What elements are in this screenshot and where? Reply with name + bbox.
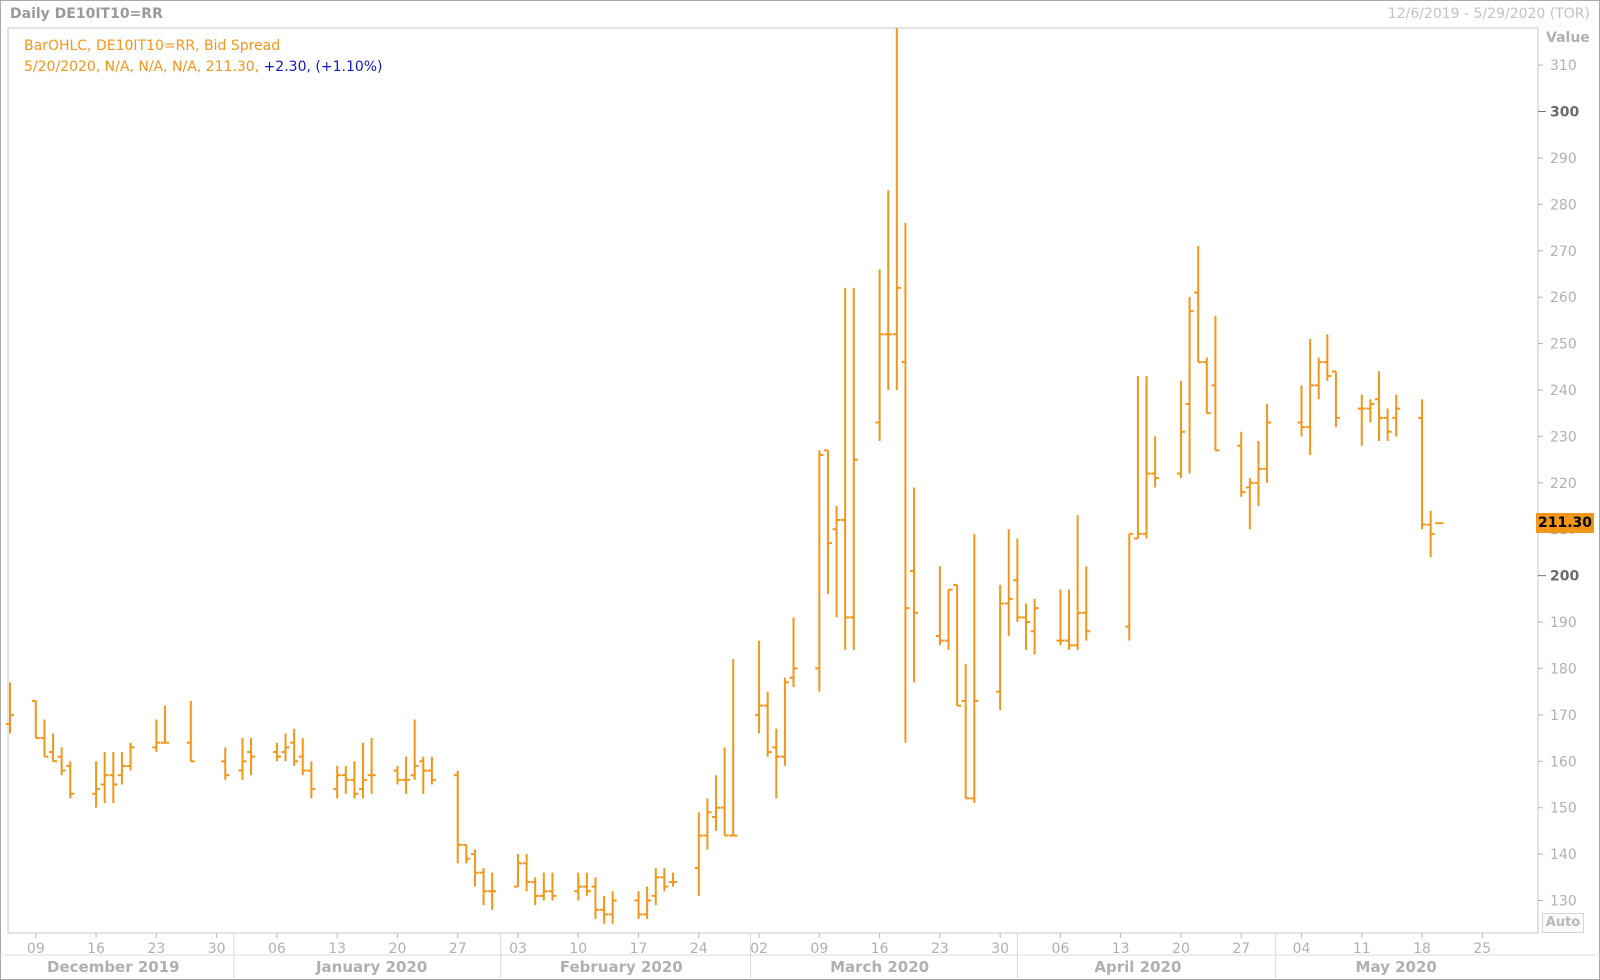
y-tick-label: 300 (1550, 105, 1579, 121)
chart-title: Daily DE10IT10=RR (10, 6, 163, 22)
y-tick-label: 250 (1550, 337, 1577, 353)
x-tick-label: 17 (630, 941, 648, 957)
x-month-label: May 2020 (1356, 958, 1437, 976)
date-range-label: 12/6/2019 - 5/29/2020 (TOR) (1387, 6, 1590, 22)
x-tick-label: 16 (871, 941, 889, 957)
legend-values: 5/20/2020, N/A, N/A, N/A, 211.30, +2.30,… (24, 59, 383, 75)
legend-change-pct: (+1.10%) (315, 59, 383, 75)
x-tick-label: 18 (1413, 941, 1431, 957)
x-tick-label: 25 (1473, 941, 1491, 957)
y-tick-label: 240 (1550, 383, 1577, 399)
x-tick-label: 20 (1172, 941, 1190, 957)
x-tick-label: 10 (569, 941, 587, 957)
x-tick-label: 06 (1052, 941, 1070, 957)
legend-ohlc-values: 5/20/2020, N/A, N/A, N/A, 211.30, (24, 59, 260, 75)
x-tick-label: 09 (27, 941, 45, 957)
y-tick-label: 180 (1550, 661, 1577, 677)
y-tick-label: 200 (1550, 569, 1579, 585)
y-axis-ticks: 1301401501601701801902002102202302402502… (1538, 58, 1579, 910)
x-tick-label: 27 (1232, 941, 1250, 957)
y-tick-label: 160 (1550, 754, 1577, 770)
y-tick-label: 170 (1550, 708, 1577, 724)
x-month-label: February 2020 (560, 958, 683, 976)
ohlc-bars (6, 28, 1444, 924)
y-tick-label: 190 (1550, 615, 1577, 631)
auto-scale-button[interactable]: Auto (1542, 913, 1584, 933)
y-tick-label: 270 (1550, 244, 1577, 260)
x-tick-label: 04 (1293, 941, 1311, 957)
x-tick-label: 06 (268, 941, 286, 957)
y-tick-label: 290 (1550, 151, 1577, 167)
x-tick-label: 13 (1112, 941, 1130, 957)
y-tick-label: 280 (1550, 197, 1577, 213)
x-tick-label: 09 (810, 941, 828, 957)
x-month-label: April 2020 (1094, 958, 1181, 976)
last-price-badge: 211.30 (1536, 513, 1594, 534)
x-tick-label: 23 (147, 941, 165, 957)
x-month-label: March 2020 (830, 958, 929, 976)
y-tick-label: 140 (1550, 847, 1577, 863)
x-tick-label: 13 (328, 941, 346, 957)
x-tick-label: 30 (208, 941, 226, 957)
y-tick-label: 260 (1550, 290, 1577, 306)
y-axis-title: Value (1546, 30, 1590, 46)
chart-frame (0, 0, 1600, 980)
x-tick-label: 30 (991, 941, 1009, 957)
y-tick-label: 310 (1550, 58, 1577, 74)
x-tick-label: 02 (750, 941, 768, 957)
x-tick-label: 27 (449, 941, 467, 957)
x-tick-label: 24 (690, 941, 708, 957)
legend-change: +2.30, (263, 59, 311, 75)
x-tick-label: 20 (389, 941, 407, 957)
y-tick-label: 220 (1550, 476, 1577, 492)
x-tick-label: 16 (87, 941, 105, 957)
plot-area-border (7, 27, 1539, 934)
y-tick-label: 230 (1550, 429, 1577, 445)
x-tick-label: 11 (1353, 941, 1371, 957)
chart-window: 130 140 150 160 170 180 190 20 02 10 220 230 240 250 2… (0, 0, 1600, 980)
x-month-label: January 2020 (315, 958, 427, 976)
window-border (0, 0, 1600, 980)
ohlc-chart: 130 140 150 160 170 180 190 20 02 10 220 230 240 250 2… (0, 0, 1600, 980)
x-month-label: December 2019 (47, 958, 180, 976)
y-tick-label: 150 (1550, 801, 1577, 817)
x-tick-label: 23 (931, 941, 949, 957)
x-tick-label: 03 (509, 941, 527, 957)
y-tick-label: 130 (1550, 894, 1577, 910)
legend-series-label: BarOHLC, DE10IT10=RR, Bid Spread (24, 38, 281, 54)
